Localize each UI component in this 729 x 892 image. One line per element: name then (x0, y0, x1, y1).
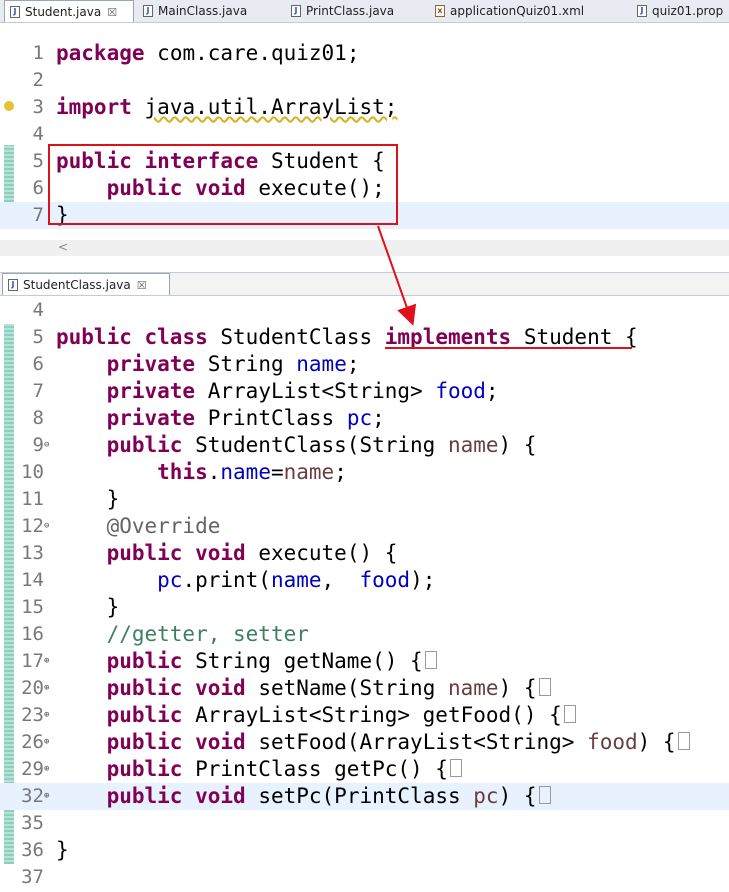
highlight-underline (384, 347, 632, 349)
annotation-arrow (377, 225, 417, 326)
